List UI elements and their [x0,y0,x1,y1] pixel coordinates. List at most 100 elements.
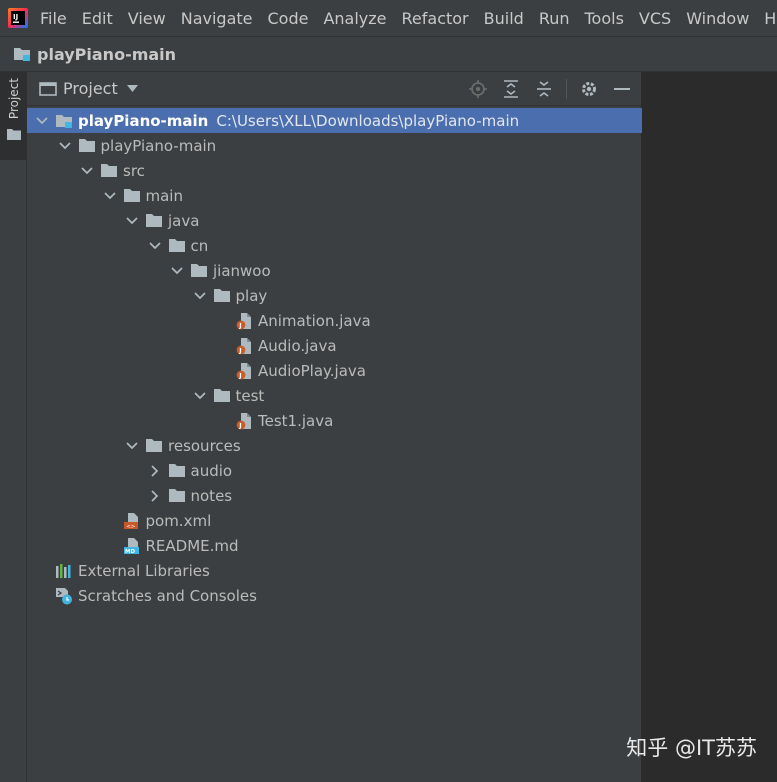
xml-file-icon: <> [123,512,141,530]
menu-code[interactable]: Code [268,9,309,28]
chevron-down-icon[interactable] [126,85,138,92]
java-file-icon: J [235,312,253,330]
tree-item-label: resources [168,436,241,455]
tree-item-label: play [235,286,268,305]
menu-analyze[interactable]: Analyze [323,9,386,28]
chevron-down-icon[interactable] [80,164,94,178]
chevron-down-icon[interactable] [58,139,72,153]
tree-item-label: playPiano-main [100,136,217,155]
tree-row-playpiano-main[interactable]: playPiano-main C:\Users\XLL\Downloads\pla… [27,108,642,133]
folder-icon [6,125,21,144]
tree-item-label: notes [190,486,233,505]
locate-file-icon[interactable] [467,78,489,100]
left-tool-window-strip: Project [0,72,27,782]
menu-refactor[interactable]: Refactor [402,9,469,28]
chevron-down-icon[interactable] [103,189,117,203]
chevron-down-icon[interactable] [35,114,49,128]
menu-vcs[interactable]: VCS [639,9,671,28]
project-tool-window: Project playPiano-main C:\Users\XLL\Downl… [27,72,642,782]
menu-run[interactable]: Run [539,9,570,28]
tree-item-label: cn [190,236,209,255]
project-tab-label: Project [6,78,21,120]
java-file-icon: J [235,337,253,355]
scratches-icon [55,587,73,605]
chevron-down-icon[interactable] [148,239,162,253]
menu-build[interactable]: Build [484,9,524,28]
tree-item-label: src [123,161,145,180]
menu-view[interactable]: View [128,9,166,28]
svg-text:J: J [238,371,241,379]
tree-row-audio[interactable]: audio [27,458,642,483]
chevron-right-icon[interactable] [148,489,162,503]
menu-bar: IJ File Edit View Navigate Code Analyze Refact… [0,0,777,36]
project-folder-icon [55,112,73,130]
watermark: 知乎 @IT苏苏 [626,736,757,760]
svg-text:<>: <> [126,523,136,529]
tree-row-notes[interactable]: notes [27,483,642,508]
folder-icon [123,187,141,205]
chevron-right-icon[interactable] [148,464,162,478]
tree-item-label: audio [190,461,233,480]
menu-navigate[interactable]: Navigate [181,9,253,28]
tree-item-label: Audio.java [258,336,337,355]
project-folder-icon [13,46,31,62]
menu-window[interactable]: Window [686,9,749,28]
chevron-down-icon[interactable] [125,214,139,228]
expand-all-icon[interactable] [500,78,522,100]
tree-row-readme-md[interactable]: MD README.md [27,533,642,558]
tree-row-audio-java[interactable]: J Audio.java [27,333,642,358]
breadcrumb-project-name[interactable]: playPiano-main [37,45,176,64]
folder-icon [213,287,231,305]
panel-toolbar [456,72,633,106]
folder-icon [145,437,163,455]
tree-item-label: jianwoo [213,261,271,280]
project-tool-window-tab[interactable]: Project [0,72,27,160]
tree-row-pom-xml[interactable]: <> pom.xml [27,508,642,533]
svg-text:J: J [238,421,241,429]
chevron-down-icon[interactable] [125,439,139,453]
project-view-selector[interactable]: Project [63,79,118,98]
project-view-icon [39,81,57,97]
tree-item-label: java [168,211,200,230]
menu-tools[interactable]: Tools [585,9,624,28]
tree-row-playpiano-main[interactable]: playPiano-main [27,133,642,158]
tree-row-cn[interactable]: cn [27,233,642,258]
tree-row-scratches-and-consoles[interactable]: Scratches and Consoles [27,583,642,608]
collapse-all-icon[interactable] [533,78,555,100]
folder-icon [100,162,118,180]
svg-text:J: J [238,346,241,354]
menu-edit[interactable]: Edit [82,9,113,28]
chevron-down-icon[interactable] [170,264,184,278]
tree-row-src[interactable]: src [27,158,642,183]
menu-file[interactable]: File [40,9,67,28]
tree-item-label: main [145,186,183,205]
hide-panel-icon[interactable] [611,78,633,100]
tree-row-play[interactable]: play [27,283,642,308]
tree-item-label: playPiano-main [78,111,209,130]
svg-text:J: J [238,321,241,329]
tree-row-test1-java[interactable]: J Test1.java [27,408,642,433]
tree-row-animation-java[interactable]: J Animation.java [27,308,642,333]
chevron-down-icon[interactable] [193,389,207,403]
tree-row-external-libraries[interactable]: External Libraries [27,558,642,583]
tree-row-jianwoo[interactable]: jianwoo [27,258,642,283]
tree-row-main[interactable]: main [27,183,642,208]
folder-icon [168,487,186,505]
java-file-icon: J [235,362,253,380]
tree-row-resources[interactable]: resources [27,433,642,458]
gear-icon[interactable] [578,78,600,100]
libraries-icon [55,562,73,580]
chevron-down-icon[interactable] [193,289,207,303]
editor-area [642,72,777,782]
tree-row-audioplay-java[interactable]: J AudioPlay.java [27,358,642,383]
tree-row-java[interactable]: java [27,208,642,233]
tree-row-test[interactable]: test [27,383,642,408]
menu-help[interactable]: Help [764,9,777,28]
toolbar-separator [566,79,567,99]
